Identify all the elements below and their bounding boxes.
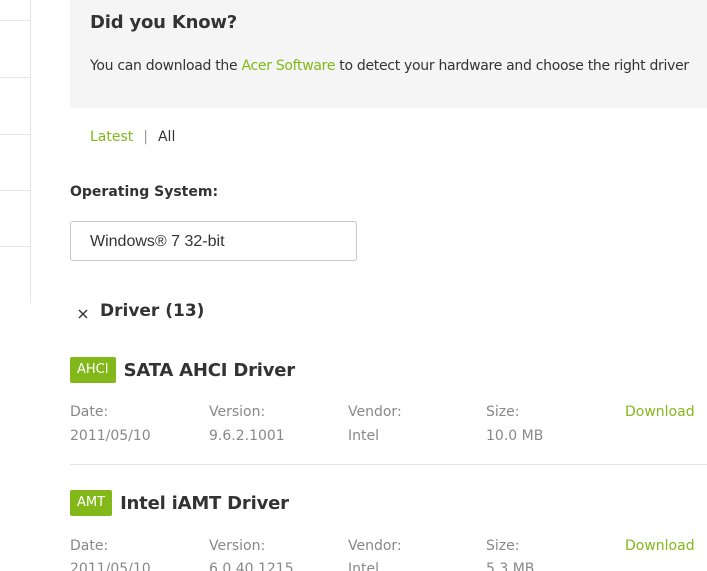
driver-badge: AHCI	[70, 357, 116, 383]
driver-header: AMT Intel iAMT Driver	[70, 490, 707, 516]
sidebar-divider	[0, 134, 30, 135]
tab-separator: |	[143, 129, 148, 145]
driver-section-title: Driver (13)	[100, 301, 205, 321]
size-value: 10.0 MB	[486, 428, 544, 444]
did-you-know-text-before: You can download the	[90, 58, 242, 74]
version-label: Version:	[209, 538, 266, 554]
os-selected-value: Windows® 7 32-bit	[90, 233, 225, 250]
driver-name: SATA AHCI Driver	[123, 359, 296, 381]
tab-all[interactable]: All	[158, 129, 175, 145]
size-label: Size:	[486, 538, 520, 554]
vendor-label: Vendor:	[348, 538, 402, 554]
driver-divider	[70, 464, 707, 465]
vendor-value: Intel	[348, 561, 379, 571]
driver-item: AMT Intel iAMT Driver Date: 2011/05/10 V…	[70, 490, 707, 571]
date-value: 2011/05/10	[70, 561, 151, 571]
download-link[interactable]: Download	[625, 404, 695, 420]
os-label: Operating System:	[70, 184, 219, 200]
date-value: 2011/05/10	[70, 428, 151, 444]
date-label: Date:	[70, 404, 109, 420]
close-icon	[78, 309, 88, 319]
driver-badge: AMT	[70, 490, 113, 516]
version-label: Version:	[209, 404, 266, 420]
did-you-know-text: You can download the Acer Software to de…	[90, 58, 689, 74]
date-label: Date:	[70, 538, 109, 554]
did-you-know-text-after: to detect your hardware and choose the r…	[335, 58, 689, 74]
driver-item: AHCI SATA AHCI Driver Date: 2011/05/10 V…	[70, 357, 707, 457]
did-you-know-box: Did you Know? You can download the Acer …	[70, 0, 707, 108]
driver-filter-tabs: Latest | All	[90, 129, 175, 145]
version-value: 6.0.40.1215	[209, 561, 294, 571]
os-select[interactable]: Windows® 7 32-bit	[70, 221, 357, 261]
download-link[interactable]: Download	[625, 538, 695, 554]
sidebar-divider	[0, 20, 30, 21]
driver-name: Intel iAMT Driver	[120, 492, 289, 514]
driver-section-toggle[interactable]: Driver (13)	[76, 299, 204, 323]
sidebar-divider	[0, 77, 30, 78]
sidebar-divider	[0, 246, 30, 247]
driver-header: AHCI SATA AHCI Driver	[70, 357, 707, 383]
did-you-know-title: Did you Know?	[90, 12, 238, 33]
sidebar-panel	[0, 0, 31, 303]
sidebar-divider	[0, 190, 30, 191]
vendor-value: Intel	[348, 428, 379, 444]
size-value: 5.3 MB	[486, 561, 535, 571]
acer-software-link[interactable]: Acer Software	[241, 58, 335, 74]
size-label: Size:	[486, 404, 520, 420]
version-value: 9.6.2.1001	[209, 428, 285, 444]
vendor-label: Vendor:	[348, 404, 402, 420]
tab-latest[interactable]: Latest	[90, 129, 133, 145]
